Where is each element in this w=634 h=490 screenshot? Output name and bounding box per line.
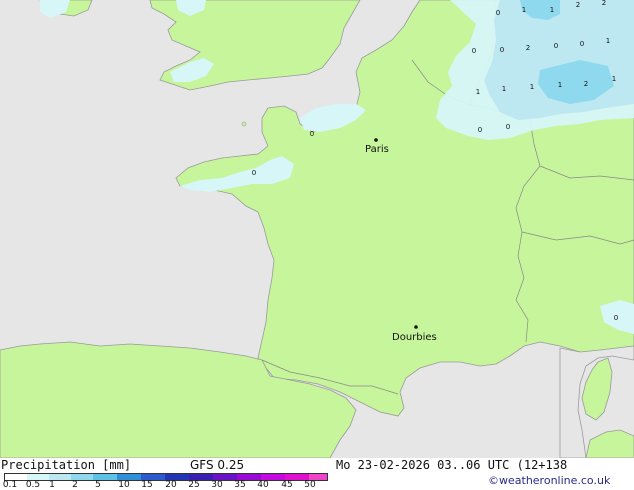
scale-tick: 40 [257,480,269,490]
cell-value: 2 [526,44,530,52]
land-island [241,121,247,127]
cell-value: 0 [478,126,482,134]
scale-tick: 20 [165,480,177,490]
scale-tick: 5 [95,480,101,490]
cell-value: 1 [550,6,554,14]
model-name: GFS 0.25 [190,458,245,472]
cell-value: 0 [506,123,510,131]
precipitation-map: 0 1 1 2 2 2 0 0 0 1 1 1 1 2 1 0 0 0 0 0 … [0,0,634,458]
city-marker-dourbies [414,325,418,329]
cell-value: 1 [502,85,506,93]
cell-value: 2 [584,80,588,88]
city-label-paris: Paris [365,144,389,155]
scale-tick: 25 [188,480,200,490]
scale-tick: 30 [211,480,223,490]
cell-value: 1 [612,75,616,83]
scale-tick: 2 [72,480,78,490]
legend-title: Precipitation [mm] [1,458,132,472]
scale-tick: 0.1 [2,480,18,490]
city-label-dourbies: Dourbies [392,332,437,343]
cell-value: 0 [614,314,618,322]
cell-value: 1 [476,88,480,96]
cell-value: 0 [496,9,500,17]
cell-value: 0 [554,42,558,50]
city-marker-paris [374,138,378,142]
cell-value: 1 [530,83,534,91]
cell-value: 1 [606,37,610,45]
cell-value: 0 [472,47,476,55]
cell-value: 1 [558,81,562,89]
scale-tick: 35 [234,480,246,490]
cell-value: 0 [500,46,504,54]
cell-value: 1 [522,6,526,14]
scale-tick: 10 [118,480,130,490]
scale-tick: 50 [304,480,316,490]
scale-tick: 45 [281,480,293,490]
scale-tick: 1 [49,480,55,490]
scale-tick: 15 [141,480,153,490]
cell-value: 0 [252,169,256,177]
cell-value: 2 [602,0,606,7]
cell-value: 0 [580,40,584,48]
valid-time: Mo 23-02-2026 03..06 UTC (12+138 [336,458,568,472]
legend-footer: Precipitation [mm] GFS 0.25 Mo 23-02-202… [0,458,634,490]
cell-value: 2 [576,1,580,9]
precip-area-northeast-mid [484,0,634,120]
cell-value: 0 [310,130,314,138]
scale-tick: 0.5 [25,480,41,490]
credit-link[interactable]: ©weatheronline.co.uk [488,474,610,487]
